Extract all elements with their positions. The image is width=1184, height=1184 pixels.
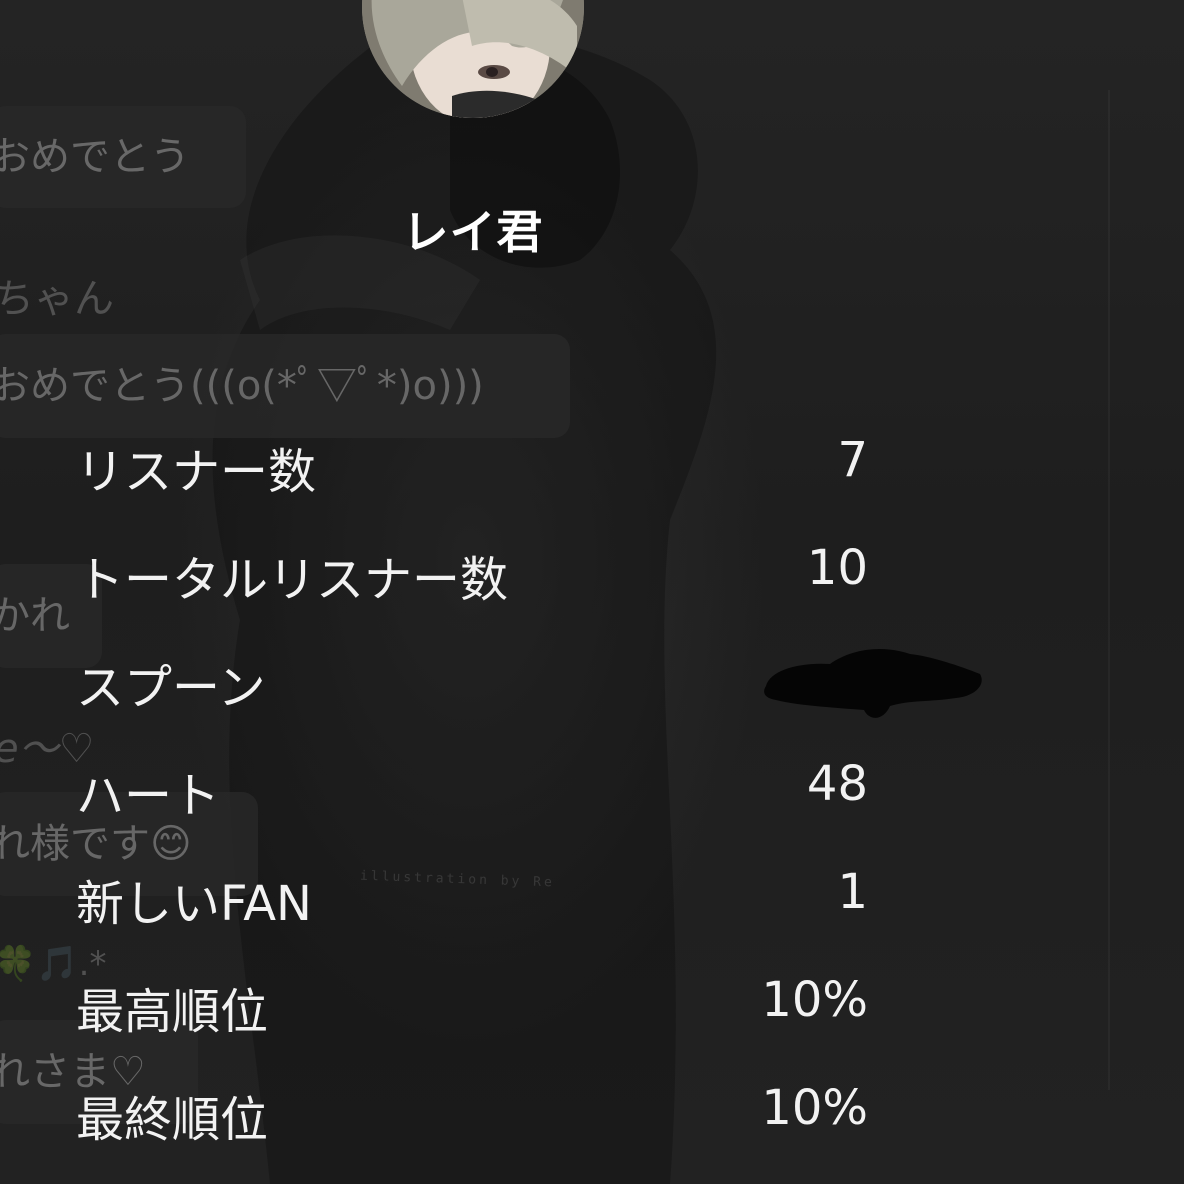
stat-label-highest-rank: 最高順位 [76,984,269,1040]
live-summary-screen: illustration by Re おめでとう ちゃん おめでとう(((o(*… [0,0,1184,1184]
stat-label-spoons: スプーン [76,660,266,716]
chat-message: かれ [0,593,70,639]
dj-avatar[interactable] [362,0,584,118]
stat-value-total-listeners: 10 [806,540,868,596]
dj-username: レイ君 [402,205,544,259]
stat-value-new-fans: 1 [837,864,868,920]
stat-label-total-listeners: トータルリスナー数 [76,552,509,608]
chat-bubble: おめでとう [0,106,246,208]
stat-label-final-rank: 最終順位 [76,1092,269,1148]
chat-message: おめでとう [0,134,190,180]
chat-message: れ様です😊 [0,821,192,867]
stat-label-listeners: リスナー数 [76,444,317,500]
illustration-watermark: illustration by Re [359,868,556,891]
stat-value-highest-rank: 10% [761,972,868,1028]
chat-message: おめでとう(((o(*ﾟ▽ﾟ*)o))) [0,363,484,409]
stat-value-listeners: 7 [837,432,868,488]
stat-value-final-rank: 10% [761,1080,868,1136]
redaction-scribble [764,649,982,718]
chat-bubble: おめでとう(((o(*ﾟ▽ﾟ*)o))) [0,334,570,438]
background-edge-line [1108,90,1110,1090]
avatar-image [362,0,584,118]
stat-value-hearts: 48 [806,756,868,812]
stat-label-new-fans: 新しいFAN [76,876,312,932]
chat-message: ちゃん [0,276,114,322]
stat-label-hearts: ハート [76,768,221,824]
